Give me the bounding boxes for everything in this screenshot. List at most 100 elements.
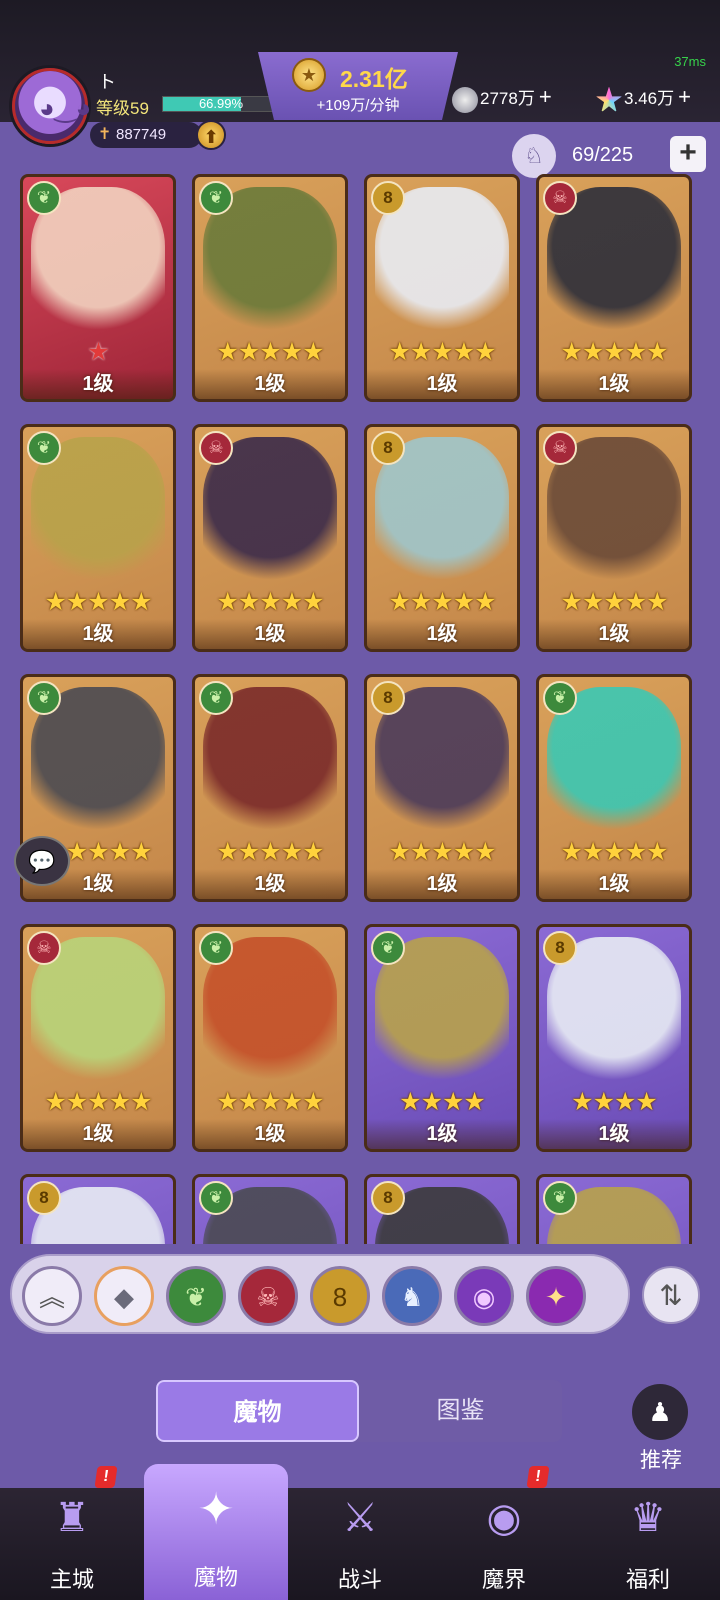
monster-card[interactable]: ❦	[536, 1174, 692, 1244]
filter-eye-button[interactable]: ◉	[454, 1266, 514, 1326]
roster-capacity: 69/225	[572, 144, 634, 166]
star-rating: ★★★★★	[560, 838, 668, 866]
nav-icon: ♛	[630, 1496, 666, 1540]
nature-faction-icon: ❦	[199, 681, 233, 715]
tab-codex[interactable]: 图鉴	[359, 1380, 562, 1442]
nav-label: 魔界	[481, 1567, 526, 1592]
monster-card[interactable]: 8 ★★★★★ 1级	[364, 174, 520, 402]
nav-item-4[interactable]: ♛ 福利	[576, 1488, 720, 1600]
filter-demon-button[interactable]: ☠	[238, 1266, 298, 1326]
monster-card[interactable]: 8 ★★★★ 1级	[536, 924, 692, 1152]
star-rating: ★★★★★	[388, 838, 496, 866]
monster-level: 1级	[23, 1119, 173, 1149]
monster-card[interactable]: 8	[20, 1174, 176, 1244]
filter-void-button[interactable]: ✦	[526, 1266, 586, 1326]
filter-all-button[interactable]: ◆	[94, 1266, 154, 1326]
demon-faction-icon: ☠	[27, 931, 61, 965]
gold-rate: +109万/分钟	[316, 97, 400, 114]
filter-nature-button[interactable]: ❦	[166, 1266, 226, 1326]
monster-card-grid[interactable]: ❦ ★ 1级 ❦ ★★★★★ 1级 8 ★★★★★ 1级 ☠ ★★★★★ 1级 ❦ ★★★★★ 1级 ☠ ★★★…	[0, 174, 720, 1244]
star-rating: ★★★★★	[216, 588, 324, 616]
resource-gem-amount: 2778万	[480, 89, 535, 108]
tab-monsters[interactable]: 魔物	[156, 1380, 359, 1442]
power-display: ✝ 887749	[90, 122, 202, 148]
monster-card[interactable]: ☠ ★★★★★ 1级	[192, 424, 348, 652]
recommend-label[interactable]: 推荐	[630, 1444, 692, 1474]
monster-level: 1级	[539, 869, 689, 899]
filter-order-button[interactable]: 8	[310, 1266, 370, 1326]
upgrade-arrow-button[interactable]: ⬆	[196, 120, 226, 150]
filter-dragon-button[interactable]: ♞	[382, 1266, 442, 1326]
avatar-face-icon: ◕‿◕	[39, 93, 92, 123]
power-value: 887749	[116, 126, 167, 143]
demon-faction-icon: ☠	[199, 431, 233, 465]
wolf-icon: ♘	[512, 134, 556, 178]
exp-bar: 66.99%	[162, 96, 280, 112]
order-faction-icon: 8	[543, 931, 577, 965]
player-avatar[interactable]: ◕‿◕	[12, 68, 92, 144]
nav-item-0[interactable]: ♜ 主城!	[0, 1466, 144, 1600]
resource-star: 3.46万 +	[596, 84, 691, 113]
star-rating: ★★★★★	[216, 338, 324, 366]
chat-bubble-button[interactable]: 💬	[14, 836, 70, 886]
bottom-nav: ♜ 主城! ✦ 魔物 ⚔ 战斗 ◉ 魔界! ♛ 福利	[0, 1464, 720, 1600]
monster-card[interactable]: ☠ ★★★★★ 1级	[20, 924, 176, 1152]
monster-card[interactable]: 8 ★★★★★ 1级	[364, 424, 520, 652]
nature-faction-icon: ❦	[543, 1181, 577, 1215]
nature-faction-icon: ❦	[199, 1181, 233, 1215]
expand-capacity-button[interactable]: +	[670, 136, 706, 172]
monster-level: 1级	[367, 1119, 517, 1149]
monster-level: 1级	[195, 1119, 345, 1149]
faction-filter-bar: ︽ ◆ ❦ ☠ 8 ♞ ◉ ✦	[10, 1254, 630, 1334]
monster-card[interactable]: ☠ ★★★★★ 1级	[536, 424, 692, 652]
nav-label: 战斗	[337, 1567, 382, 1592]
resource-gem: 2778万 +	[452, 84, 552, 113]
notification-badge: !	[94, 1466, 118, 1488]
monster-card[interactable]: ❦ ★★★★★ 1级	[192, 674, 348, 902]
silver-coin-icon	[452, 86, 478, 113]
nav-item-1[interactable]: ✦ 魔物	[144, 1464, 288, 1600]
gold-panel[interactable]: ★ 2.31亿 +109万/分钟	[258, 52, 458, 120]
monster-card[interactable]: ❦ ★★★★★ 1级	[192, 174, 348, 402]
star-rating: ★★★★★	[44, 1088, 152, 1116]
monster-card[interactable]: ❦ ★★★★ 1级	[364, 924, 520, 1152]
player-level: 等级59	[96, 99, 149, 118]
nav-item-2[interactable]: ⚔ 战斗	[288, 1488, 432, 1600]
nav-icon: ⚔	[342, 1496, 378, 1540]
monster-card[interactable]: ❦	[192, 1174, 348, 1244]
nav-label: 主城	[49, 1567, 94, 1592]
sort-button[interactable]: ⇅	[642, 1266, 700, 1324]
monster-level: 1级	[539, 1119, 689, 1149]
nature-faction-icon: ❦	[199, 931, 233, 965]
star-rating: ★★★★	[399, 1088, 486, 1116]
top-bar: 37ms ◕‿◕ ト 等级59 66.99% ★ 2.31亿 +109万/分钟 …	[0, 0, 720, 144]
nav-label: 福利	[625, 1567, 670, 1592]
monster-level: 1级	[539, 369, 689, 399]
sword-icon: ✝	[98, 126, 112, 143]
monster-card[interactable]: ☠ ★★★★★ 1级	[536, 174, 692, 402]
monster-card[interactable]: ❦ ★★★★★ 1级	[20, 424, 176, 652]
demon-faction-icon: ☠	[543, 431, 577, 465]
monster-card[interactable]: ❦ ★ 1级	[20, 174, 176, 402]
monster-card[interactable]: ❦ ★★★★★ 1级	[192, 924, 348, 1152]
star-rating: ★★★★★	[388, 588, 496, 616]
order-faction-icon: 8	[27, 1181, 61, 1215]
monster-level: 1级	[195, 369, 345, 399]
monster-level: 1级	[195, 619, 345, 649]
monster-card[interactable]: 8 ★★★★★ 1级	[364, 674, 520, 902]
filter-collapse-button[interactable]: ︽	[22, 1266, 82, 1326]
monster-level: 1级	[23, 619, 173, 649]
nav-item-3[interactable]: ◉ 魔界!	[432, 1466, 576, 1600]
monster-level: 1级	[539, 619, 689, 649]
add-resource-gem-button[interactable]: +	[539, 84, 552, 109]
monster-card[interactable]: ❦ ★★★★★ 1级	[536, 674, 692, 902]
ping-indicator: 37ms	[674, 54, 706, 69]
monster-card[interactable]: 8	[364, 1174, 520, 1244]
star-rating: ★★★★★	[216, 1088, 324, 1116]
nature-faction-icon: ❦	[199, 181, 233, 215]
star-rating: ★★★★★	[560, 338, 668, 366]
add-resource-star-button[interactable]: +	[678, 84, 691, 109]
recommend-team-icon[interactable]: ♟	[632, 1384, 688, 1440]
star-rating: ★★★★★	[560, 588, 668, 616]
nav-icon: ✦	[197, 1485, 235, 1534]
